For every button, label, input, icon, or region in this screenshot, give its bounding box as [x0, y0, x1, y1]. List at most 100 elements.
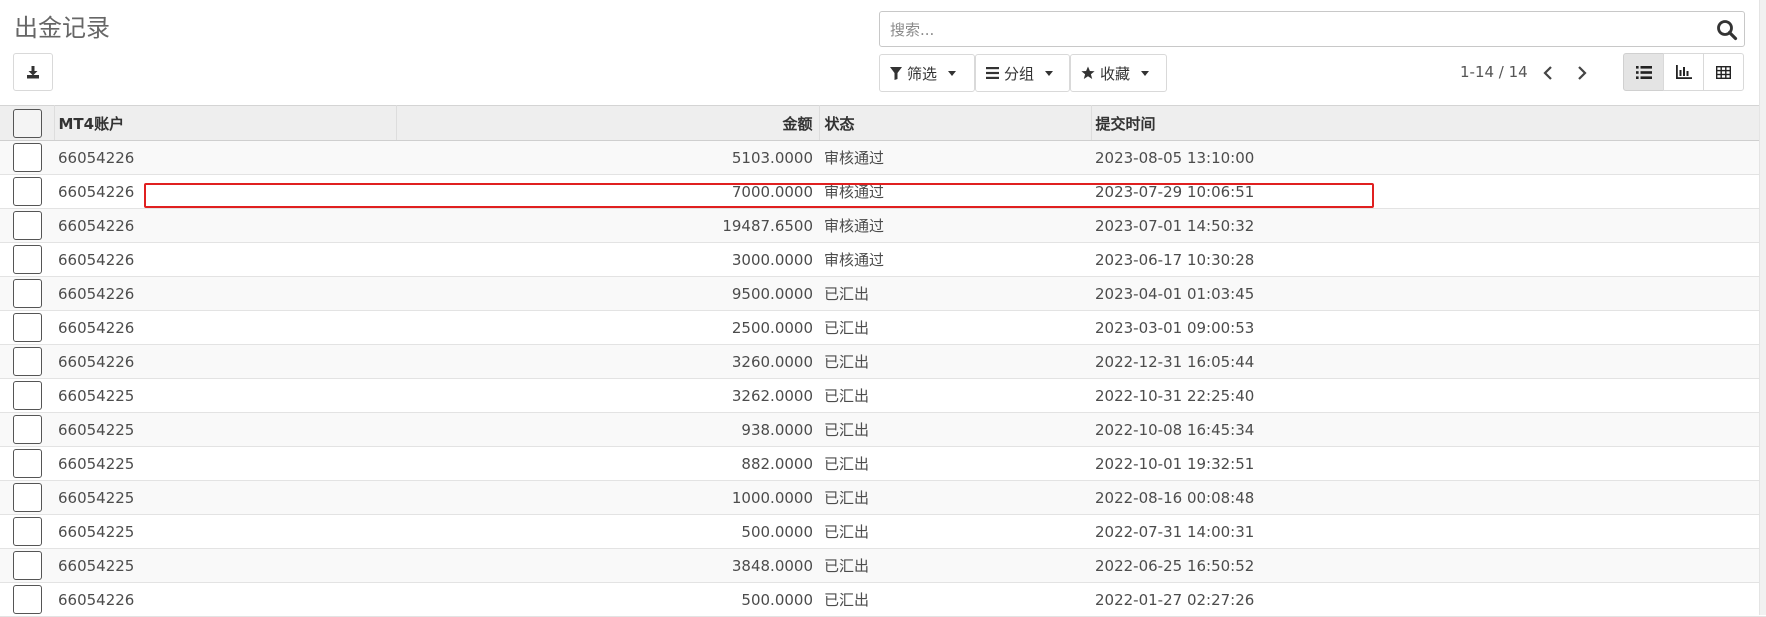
table-row[interactable]: 66054225 500.0000 已汇出 2022-07-31 14:00:31 — [0, 515, 1766, 549]
table-row[interactable]: 66054226 9500.0000 已汇出 2023-04-01 01:03:45 — [0, 276, 1766, 311]
table-row[interactable]: 66054225 3262.0000 已汇出 2022-10-31 22:25:40 — [0, 379, 1766, 413]
group-by-dropdown-button[interactable]: 分组 — [975, 54, 1070, 92]
cell-status: 已汇出 — [824, 319, 870, 337]
row-checkbox[interactable] — [13, 211, 42, 240]
cell-status: 已汇出 — [824, 421, 870, 439]
cell-account: 66054225 — [58, 556, 135, 575]
row-checkbox[interactable] — [13, 483, 42, 512]
cell-account: 66054225 — [58, 522, 135, 541]
cell-amount: 500.0000 — [741, 522, 813, 541]
row-select-cell — [0, 379, 54, 413]
pager-next-button[interactable] — [1572, 63, 1592, 83]
filter-icon — [890, 66, 902, 80]
cell-submit-time: 2022-06-25 16:50:52 — [1095, 556, 1255, 575]
row-checkbox[interactable] — [13, 245, 42, 274]
cell-submit-time: 2022-10-01 19:32:51 — [1095, 454, 1255, 473]
list-view-button[interactable] — [1623, 53, 1664, 91]
cell-amount: 7000.0000 — [731, 182, 813, 201]
row-checkbox[interactable] — [13, 585, 42, 614]
row-checkbox[interactable] — [13, 347, 42, 376]
column-header-amount[interactable]: 金额 — [396, 105, 820, 141]
cell-status: 已汇出 — [824, 387, 870, 405]
graph-view-button[interactable] — [1663, 53, 1704, 91]
vertical-scrollbar[interactable] — [1759, 0, 1766, 615]
pager-value[interactable]: 1-14 / 14 — [1460, 63, 1528, 81]
cell-amount: 500.0000 — [741, 590, 813, 609]
cell-account: 66054225 — [58, 454, 135, 473]
records-table-container: MT4账户 金额 状态 提交时间 66054226 5103.0000 审核通过 20… — [0, 105, 1766, 617]
column-header-status[interactable]: 状态 — [819, 105, 1092, 141]
download-button[interactable] — [13, 53, 53, 91]
cell-status: 审核通过 — [824, 183, 885, 201]
list-bars-icon — [986, 67, 999, 79]
pager-previous-button[interactable] — [1538, 63, 1558, 83]
table-row[interactable]: 66054225 1000.0000 已汇出 2022-08-16 00:08:48 — [0, 480, 1766, 515]
table-row[interactable]: 66054226 3260.0000 已汇出 2022-12-31 16:05:44 — [0, 344, 1766, 379]
cell-submit-time: 2022-12-31 16:05:44 — [1095, 352, 1255, 371]
records-table: MT4账户 金额 状态 提交时间 66054226 5103.0000 审核通过 20… — [0, 105, 1766, 617]
chevron-right-icon — [1578, 66, 1587, 80]
filter-dropdown-button[interactable]: 筛选 — [879, 54, 975, 92]
cell-amount: 5103.0000 — [731, 148, 813, 167]
column-header-submit-time[interactable]: 提交时间 — [1091, 105, 1766, 141]
search-input[interactable] — [888, 12, 1712, 48]
row-select-cell — [0, 583, 54, 617]
table-row[interactable]: 66054225 3848.0000 已汇出 2022-06-25 16:50:52 — [0, 548, 1766, 583]
table-row[interactable]: 66054226 3000.0000 审核通过 2023-06-17 10:30:28 — [0, 243, 1766, 277]
table-row[interactable]: 66054226 500.0000 已汇出 2022-01-27 02:27:26 — [0, 583, 1766, 617]
cell-amount: 882.0000 — [741, 454, 813, 473]
cell-status: 已汇出 — [824, 489, 870, 507]
table-row[interactable]: 66054226 19487.6500 审核通过 2023-07-01 14:50:3… — [0, 208, 1766, 243]
cell-submit-time: 2022-10-31 22:25:40 — [1095, 386, 1255, 405]
row-checkbox[interactable] — [13, 313, 42, 342]
bar-chart-icon — [1675, 65, 1692, 79]
table-row[interactable]: 66054226 5103.0000 审核通过 2023-08-05 13:10:00 — [0, 140, 1766, 175]
chevron-left-icon — [1543, 66, 1552, 80]
pivot-view-button[interactable] — [1703, 53, 1744, 91]
column-header-account[interactable]: MT4账户 — [54, 105, 397, 141]
table-row[interactable]: 66054226 2500.0000 已汇出 2023-03-01 09:00:53 — [0, 311, 1766, 345]
cell-submit-time: 2023-07-01 14:50:32 — [1095, 216, 1255, 235]
cell-amount: 938.0000 — [741, 420, 813, 439]
row-select-cell — [0, 141, 54, 175]
cell-account: 66054226 — [58, 148, 135, 167]
favorites-dropdown-button[interactable]: 收藏 — [1070, 54, 1167, 92]
table-row[interactable]: 66054226 7000.0000 审核通过 2023-07-29 10:06:51 — [0, 175, 1766, 209]
row-checkbox[interactable] — [13, 449, 42, 478]
select-all-header — [0, 105, 55, 141]
search-box — [879, 11, 1745, 48]
cell-status: 已汇出 — [824, 523, 870, 541]
cell-status: 已汇出 — [824, 455, 870, 473]
row-select-cell — [0, 243, 54, 277]
cell-account: 66054226 — [58, 318, 135, 337]
cell-status: 已汇出 — [824, 285, 870, 303]
group-by-label: 分组 — [1004, 64, 1035, 83]
row-checkbox[interactable] — [13, 551, 42, 580]
row-select-cell — [0, 311, 54, 345]
page-title: 出金记录 — [14, 14, 110, 42]
table-row[interactable]: 66054225 882.0000 已汇出 2022-10-01 19:32:51 — [0, 447, 1766, 481]
row-select-cell — [0, 549, 54, 583]
row-checkbox[interactable] — [13, 143, 42, 172]
table-row[interactable]: 66054225 938.0000 已汇出 2022-10-08 16:45:34 — [0, 412, 1766, 447]
cell-account: 66054226 — [58, 284, 135, 303]
chevron-down-icon — [1045, 70, 1054, 76]
row-checkbox[interactable] — [13, 381, 42, 410]
cell-amount: 3848.0000 — [731, 556, 813, 575]
cell-amount: 3262.0000 — [731, 386, 813, 405]
row-checkbox[interactable] — [13, 517, 42, 546]
search-icon[interactable] — [1716, 19, 1738, 41]
cell-submit-time: 2022-08-16 00:08:48 — [1095, 488, 1255, 507]
chevron-down-icon — [1141, 70, 1150, 76]
row-select-cell — [0, 277, 54, 311]
row-checkbox[interactable] — [13, 279, 42, 308]
row-checkbox[interactable] — [13, 177, 42, 206]
row-checkbox[interactable] — [13, 415, 42, 444]
cell-account: 66054226 — [58, 590, 135, 609]
filter-label: 筛选 — [907, 64, 938, 83]
cell-submit-time: 2022-10-08 16:45:34 — [1095, 420, 1255, 439]
row-select-cell — [0, 209, 54, 243]
row-select-cell — [0, 175, 54, 209]
row-select-cell — [0, 345, 54, 379]
select-all-checkbox[interactable] — [13, 108, 42, 138]
